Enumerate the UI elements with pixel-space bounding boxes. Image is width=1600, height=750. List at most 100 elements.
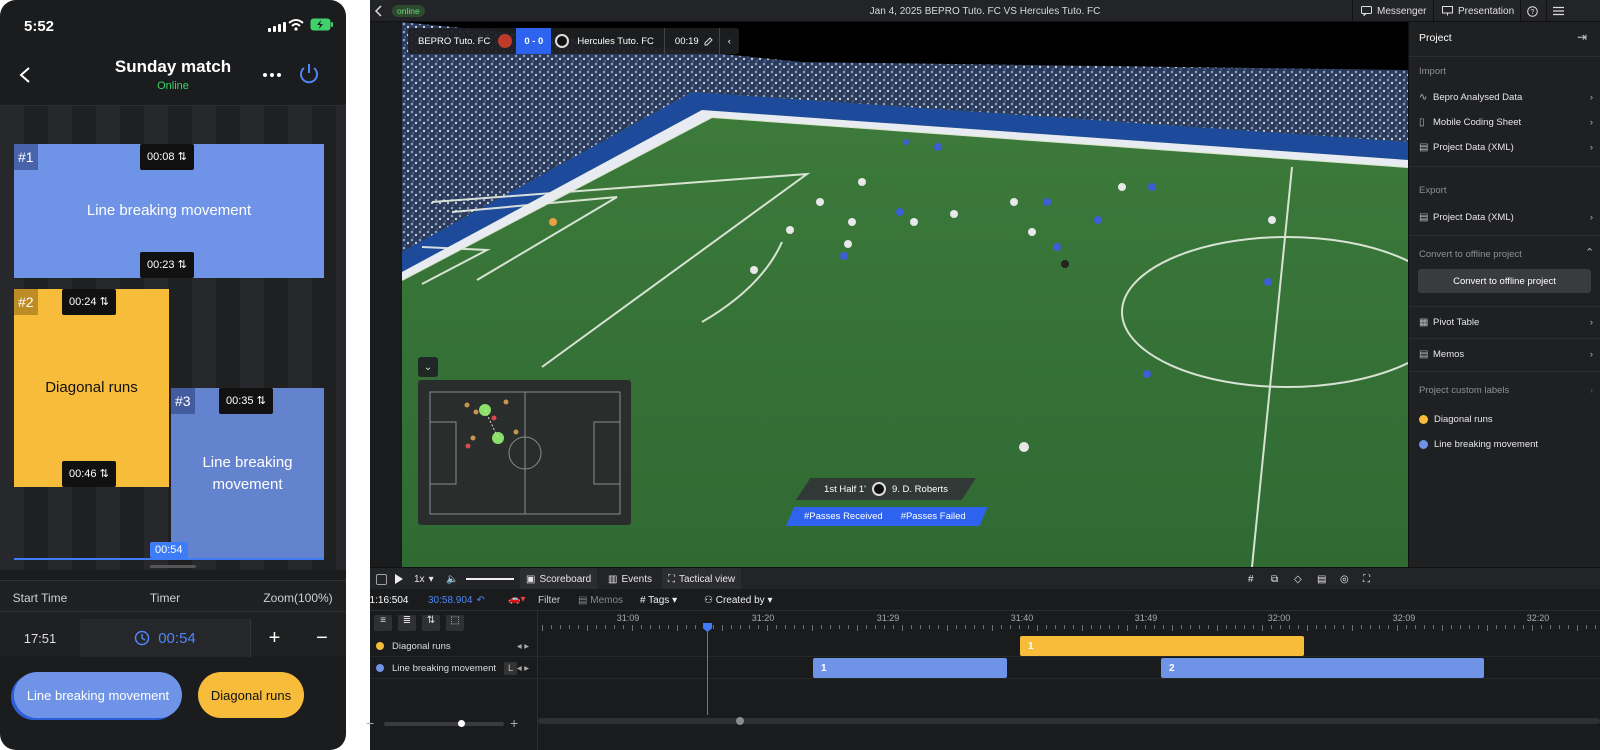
timeline-scrollbar[interactable] xyxy=(538,718,1600,724)
zoom-slider[interactable] xyxy=(384,722,504,726)
zoom-out-icon[interactable]: − xyxy=(366,715,374,731)
more-icon[interactable] xyxy=(262,72,282,78)
speed-select[interactable]: 1x ▾ xyxy=(408,568,440,590)
ruler-tick xyxy=(1460,625,1461,629)
arrows-icon[interactable]: ◂ ▸ xyxy=(517,641,529,652)
back-icon[interactable] xyxy=(370,0,388,22)
video-player[interactable]: BEPRO Tuto. FC 0 - 0 Hercules Tuto. FC 0… xyxy=(402,22,1408,567)
target-icon[interactable]: ◎ xyxy=(1334,568,1355,590)
timeline-tools: ≡ ≣ ⇅ ⬚ xyxy=(370,611,538,635)
start-time-tag[interactable]: 00:35 ⇅ xyxy=(219,388,273,414)
power-icon[interactable] xyxy=(298,62,320,86)
ruler-tick xyxy=(1208,625,1209,629)
time-ruler[interactable] xyxy=(538,625,1600,635)
start-time-tag[interactable]: 00:08 ⇅ xyxy=(140,144,194,170)
ruler-tick xyxy=(1100,625,1101,629)
align-right-icon[interactable]: ≣ xyxy=(398,615,416,631)
track-badge[interactable]: L xyxy=(504,661,518,675)
volume-icon[interactable]: 🔈 xyxy=(440,568,464,590)
scoreboard[interactable]: BEPRO Tuto. FC 0 - 0 Hercules Tuto. FC 0… xyxy=(408,28,739,54)
ruler-tick xyxy=(749,625,750,629)
event-card[interactable]: #1 Line breaking movement 00:08 ⇅ 00:23 … xyxy=(14,144,324,278)
ruler-tick xyxy=(551,625,552,629)
end-time-tag[interactable]: 00:23 ⇅ xyxy=(140,252,194,278)
edit-icon[interactable] xyxy=(704,36,713,46)
ruler-tick xyxy=(929,625,930,629)
tactical-minimap[interactable] xyxy=(418,380,631,525)
tag-passes-failed: #Passes Failed xyxy=(900,511,966,522)
pivot-table-item[interactable]: ▦ Pivot Table › xyxy=(1419,313,1595,331)
table-icon: ▦ xyxy=(1419,316,1429,328)
fullscreen-icon[interactable]: ⛶ xyxy=(1357,568,1376,590)
collapse-tactical-icon[interactable]: ⌄ xyxy=(418,357,438,377)
ruler-tick xyxy=(1505,625,1506,629)
battery-icon xyxy=(310,18,333,31)
zoom-out-button[interactable]: − xyxy=(298,619,346,657)
car-icon[interactable]: 🚗▾ xyxy=(508,594,525,605)
ruler-tick xyxy=(794,625,795,629)
coding-board[interactable]: #1 Line breaking movement 00:08 ⇅ 00:23 … xyxy=(0,106,346,570)
event-card[interactable]: #3 Line breaking movement 00:35 ⇅ xyxy=(171,388,324,560)
import-mobile-sheet[interactable]: ▯ Mobile Coding Sheet › xyxy=(1419,113,1595,131)
presentation-button[interactable]: Presentation xyxy=(1433,0,1522,22)
tactical-view-toggle[interactable]: ⛶ Tactical view xyxy=(662,568,742,590)
align-left-icon[interactable]: ≡ xyxy=(374,615,392,631)
diagonal-runs-button[interactable]: Diagonal runs xyxy=(198,672,304,718)
import-bepro-data[interactable]: ∿ Bepro Analysed Data › xyxy=(1419,88,1595,106)
clock: 5:52 xyxy=(24,18,55,35)
end-time-tag[interactable]: 00:46 ⇅ xyxy=(62,461,116,487)
memos-item[interactable]: ▤ Memos › xyxy=(1419,345,1595,363)
drag-handle[interactable] xyxy=(150,565,196,568)
select-icon[interactable]: ⬚ xyxy=(446,615,464,631)
menu-button[interactable] xyxy=(1546,0,1570,22)
hash-icon[interactable]: # xyxy=(1242,568,1260,590)
arrows-icon[interactable]: ◂ ▸ xyxy=(517,663,529,674)
convert-offline-button[interactable]: Convert to offline project xyxy=(1418,269,1591,293)
ruler-tick xyxy=(560,625,561,629)
help-button[interactable]: ? xyxy=(1520,0,1544,22)
zoom-in-icon[interactable]: + xyxy=(510,715,518,731)
line-breaking-button[interactable]: Line breaking movement xyxy=(14,672,182,718)
document-icon[interactable]: ▤ xyxy=(1311,568,1332,590)
track-label[interactable]: Diagonal runs ◂ ▸ xyxy=(370,635,538,657)
timeline-segment[interactable]: 1 xyxy=(813,658,1007,678)
timeline-segment[interactable]: 2 xyxy=(1161,658,1484,678)
zoom-slider-knob[interactable] xyxy=(458,720,465,727)
collapse-scoreboard-icon[interactable]: ‹ xyxy=(718,28,739,54)
playhead-time: 00:54 xyxy=(150,542,188,558)
scrollbar-thumb[interactable] xyxy=(736,717,744,725)
timer-display[interactable]: 00:54 xyxy=(80,619,250,657)
zoom-in-button[interactable]: + xyxy=(250,619,298,657)
track-label[interactable]: Line breaking movement L ◂ ▸ xyxy=(370,657,538,679)
volume-slider[interactable] xyxy=(466,578,514,580)
clip-icon[interactable]: ⧉ xyxy=(1265,568,1284,590)
start-time-value: 17:51 xyxy=(23,630,57,646)
custom-labels-header[interactable]: Project custom labels › xyxy=(1419,381,1595,399)
import-project-xml[interactable]: ▤ Project Data (XML) › xyxy=(1419,138,1595,156)
ruler-label: 31:09 xyxy=(616,613,640,623)
ruler-tick xyxy=(641,625,642,629)
ruler-tick xyxy=(1046,625,1047,629)
duration[interactable]: 30:58.904 ↶ xyxy=(428,595,485,606)
events-toggle[interactable]: ▥ Events xyxy=(602,568,658,590)
timeline-playhead[interactable] xyxy=(707,625,708,715)
ruler-tick xyxy=(875,625,876,629)
ruler-tick xyxy=(614,625,615,629)
messenger-button[interactable]: Messenger xyxy=(1352,0,1434,22)
player-controls: 1x ▾ 🔈 ▣ Scoreboard ▥ Events ⛶ Tactical view… xyxy=(370,567,1600,590)
ruler-tick xyxy=(1091,625,1092,629)
chevron-up-icon[interactable]: ⌃ xyxy=(1585,246,1594,259)
event-card[interactable]: #2 Diagonal runs 00:24 ⇅ 00:46 ⇅ xyxy=(14,289,169,487)
export-project-xml[interactable]: ▤ Project Data (XML) › xyxy=(1419,208,1595,226)
play-button[interactable] xyxy=(388,568,409,590)
start-time-tag[interactable]: 00:24 ⇅ xyxy=(62,289,116,315)
custom-label-diagonal[interactable]: Diagonal runs xyxy=(1419,410,1595,428)
tag-icon[interactable]: ◇ xyxy=(1288,568,1308,590)
scoreboard-toggle[interactable]: ▣ Scoreboard xyxy=(520,568,598,590)
timeline-segment[interactable]: 1 xyxy=(1020,636,1304,656)
collapse-sidebar-icon[interactable]: ⇥ xyxy=(1577,30,1587,44)
sort-icon[interactable]: ⇅ xyxy=(422,615,440,631)
custom-label-line-breaking[interactable]: Line breaking movement xyxy=(1419,435,1595,453)
ruler-tick xyxy=(1406,625,1407,629)
ruler-label: 31:29 xyxy=(876,613,900,623)
